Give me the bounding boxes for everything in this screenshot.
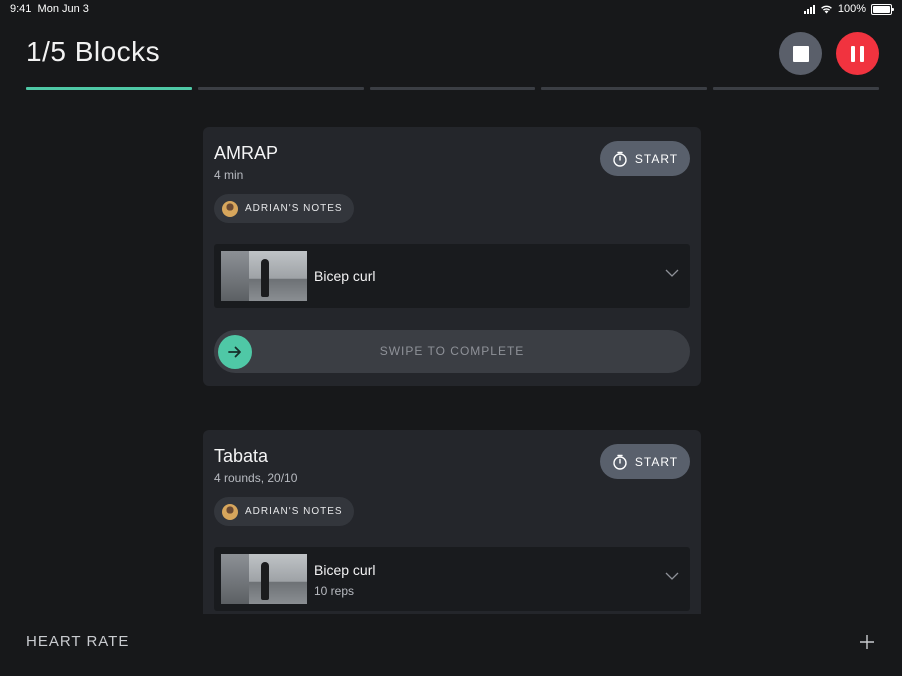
avatar: [222, 503, 238, 520]
timer-icon: [613, 454, 627, 470]
exercise-name: Bicep curl: [314, 562, 376, 578]
start-label: START: [634, 454, 679, 469]
notes-label: ADRIAN'S NOTES: [245, 203, 343, 214]
coach-notes-chip[interactable]: ADRIAN'S NOTES: [214, 194, 354, 223]
heart-rate-label: HEART RATE: [26, 633, 130, 650]
avatar: [222, 200, 238, 217]
block-title: AMRAP: [214, 143, 279, 163]
start-label: START: [634, 151, 679, 166]
notes-label: ADRIAN'S NOTES: [245, 506, 343, 517]
block-card-tabata: Tabata 4 rounds, 20/10 START ADRIAN'S NO…: [203, 430, 701, 614]
exercise-thumbnail: [221, 251, 307, 301]
start-timer-button[interactable]: START: [600, 141, 690, 176]
block-subtitle: 4 rounds, 20/10: [214, 471, 298, 485]
exercise-name: Bicep curl: [314, 268, 376, 284]
exercise-reps: 10 reps: [314, 584, 355, 598]
block-card-amrap: AMRAP 4 min START ADRIAN'S NOTES Bicep c…: [203, 127, 701, 386]
coach-notes-chip[interactable]: ADRIAN'S NOTES: [214, 497, 354, 526]
block-subtitle: 4 min: [214, 168, 244, 182]
swipe-to-complete-slider[interactable]: SWIPE TO COMPLETE: [214, 330, 690, 373]
chevron-down-icon[interactable]: [665, 269, 679, 277]
chevron-down-icon[interactable]: [665, 572, 679, 580]
blocks-scroll-area[interactable]: AMRAP 4 min START ADRIAN'S NOTES Bicep c…: [0, 0, 902, 614]
plus-icon[interactable]: [858, 633, 876, 651]
exercise-thumbnail: [221, 554, 307, 604]
exercise-row[interactable]: Bicep curl: [214, 244, 690, 308]
start-timer-button[interactable]: START: [600, 444, 690, 479]
swipe-label: SWIPE TO COMPLETE: [379, 344, 525, 358]
exercise-row[interactable]: Bicep curl 10 reps: [214, 547, 690, 611]
timer-icon: [613, 151, 627, 167]
block-title: Tabata: [214, 446, 269, 466]
